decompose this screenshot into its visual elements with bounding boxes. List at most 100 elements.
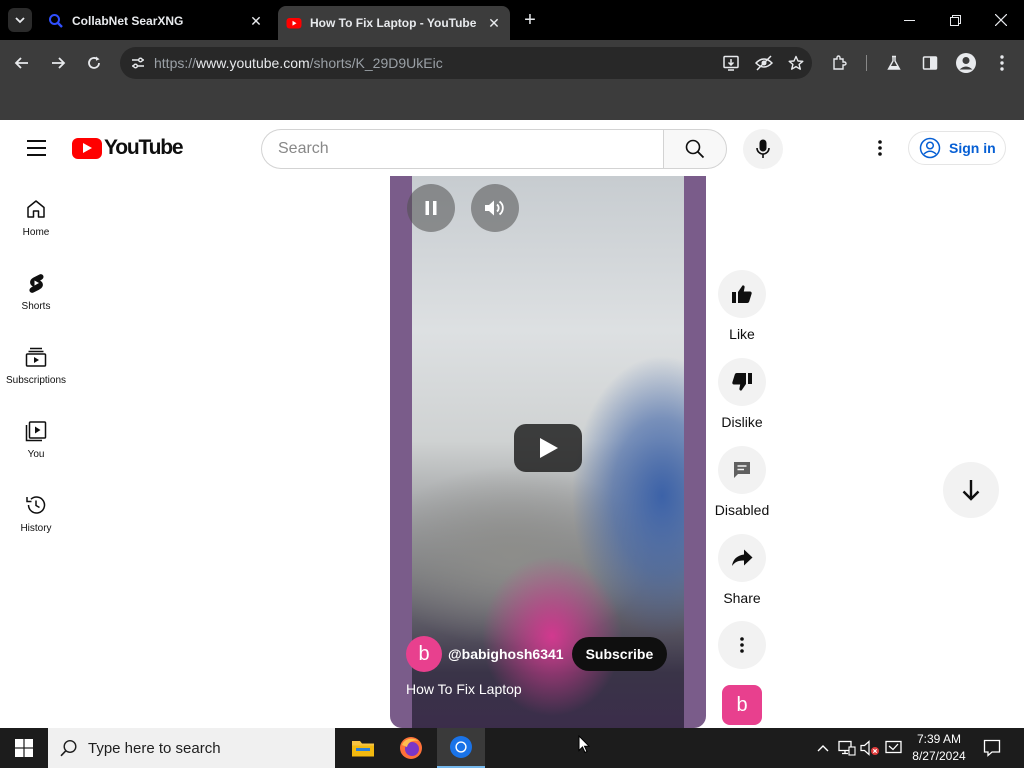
youtube-play-logo-icon [72,137,102,159]
guide-item-shorts[interactable]: Shorts [4,250,68,324]
history-icon [26,496,46,514]
youtube-logo[interactable]: YouTube [72,136,184,159]
search-box [261,129,727,169]
reel-channel-avatar[interactable]: b [722,685,762,725]
extensions-icon[interactable] [824,47,856,79]
voice-search-button[interactable] [743,129,783,169]
reload-icon[interactable] [78,47,110,79]
clock-date: 8/27/2024 [912,749,966,763]
like-circle[interactable] [718,270,766,318]
network-icon[interactable] [837,738,857,758]
guide-menu-icon[interactable] [20,132,52,164]
minimize-icon[interactable] [886,0,932,40]
tab-close-icon[interactable]: ✕ [244,9,268,33]
like-button[interactable]: Like [710,270,774,342]
arrow-down-icon [962,480,980,501]
thumbs-up-icon [732,285,752,303]
display-settings-icon[interactable] [884,738,904,758]
dislike-label: Dislike [721,414,763,430]
guide-item-history[interactable]: History [4,472,68,546]
labs-icon[interactable] [878,47,910,79]
search-input[interactable] [261,129,663,169]
guide-item-label: You [27,449,45,460]
sign-in-button[interactable]: Sign in [908,131,1006,165]
windows-taskbar: Type here to search 7:39 AM 8/27/2024 [0,728,1024,768]
tracking-protection-icon[interactable] [748,47,780,79]
taskbar-clock[interactable]: 7:39 AM 8/27/2024 [906,731,972,765]
pause-icon [425,201,437,215]
pause-button[interactable] [407,184,455,232]
side-panel-icon[interactable] [914,47,946,79]
guide-item-you[interactable]: You [4,398,68,472]
notifications-icon[interactable] [980,736,1004,760]
youtube-header: YouTube Sign in [0,120,1024,176]
comments-button: Disabled [710,446,774,518]
like-label: Like [729,326,755,342]
back-icon[interactable] [6,47,38,79]
taskbar-search-box[interactable]: Type here to search [48,728,335,768]
bookmarks-bar [0,86,1024,120]
browser-tab-bar: CollabNet SearXNG ✕ How To Fix Laptop - … [0,0,1024,40]
show-hidden-icons-chevron-icon[interactable] [813,738,833,758]
thumbs-down-icon [732,373,752,391]
tab-searxng[interactable]: CollabNet SearXNG ✕ [40,6,272,36]
window-close-icon[interactable] [978,0,1024,40]
guide-item-label: Subscriptions [5,375,67,386]
comments-circle [718,446,766,494]
chrome-icon[interactable] [437,728,485,768]
short-title[interactable]: How To Fix Laptop [406,681,522,697]
settings-more-icon[interactable] [864,132,896,164]
forward-icon[interactable] [42,47,74,79]
site-info-icon[interactable] [122,47,154,79]
home-icon [27,200,45,218]
play-icon [540,438,558,458]
search-button[interactable] [663,129,727,169]
share-icon [732,549,753,566]
more-actions-circle[interactable] [718,621,766,669]
search-icon [685,139,705,159]
guide-item-subscriptions[interactable]: Subscriptions [4,324,68,398]
tab-title: CollabNet SearXNG [72,14,184,28]
firefox-icon[interactable] [387,728,435,768]
bookmark-star-icon[interactable] [780,47,812,79]
url-text[interactable]: https://www.youtube.com/shorts/K_29D9UkE… [154,55,716,71]
account-icon [919,137,941,159]
search-icon [60,739,77,757]
maximize-icon[interactable] [932,0,978,40]
comments-disabled-icon [734,462,750,478]
shorts-icon [29,274,44,293]
mute-button[interactable] [471,184,519,232]
shorts-player[interactable]: b @babighosh6341 Subscribe How To Fix La… [390,176,706,728]
dislike-button[interactable]: Dislike [710,358,774,430]
more-actions-button[interactable] [710,621,774,669]
youtube-favicon-icon [286,18,302,29]
guide-item-label: Home [22,227,50,238]
windows-logo-icon [15,739,33,757]
more-vertical-icon [740,637,744,653]
install-app-icon[interactable] [716,47,748,79]
play-button[interactable] [514,424,582,472]
share-label: Share [723,590,761,606]
next-short-button[interactable] [943,462,999,518]
dislike-circle[interactable] [718,358,766,406]
guide-item-home[interactable]: Home [4,176,68,250]
tab-youtube[interactable]: How To Fix Laptop - YouTube ✕ [278,6,510,40]
tab-close-icon[interactable]: ✕ [482,11,506,35]
kebab-menu-icon[interactable] [986,47,1018,79]
channel-avatar[interactable]: b [406,636,442,672]
share-button[interactable]: Share [710,534,774,606]
new-tab-plus-icon[interactable]: + [516,8,544,32]
start-button[interactable] [0,728,48,768]
tab-search-button[interactable] [8,8,32,32]
file-explorer-icon[interactable] [339,728,387,768]
channel-handle[interactable]: @babighosh6341 [448,646,564,662]
clock-time: 7:39 AM [916,732,962,746]
search-favicon-icon [49,14,63,28]
profile-icon[interactable] [950,47,982,79]
taskbar-search-placeholder: Type here to search [88,739,221,757]
guide-item-label: Shorts [21,301,51,312]
share-circle[interactable] [718,534,766,582]
volume-muted-icon[interactable] [860,738,880,758]
address-bar[interactable]: https://www.youtube.com/shorts/K_29D9UkE… [120,47,812,79]
subscribe-button[interactable]: Subscribe [571,637,668,671]
